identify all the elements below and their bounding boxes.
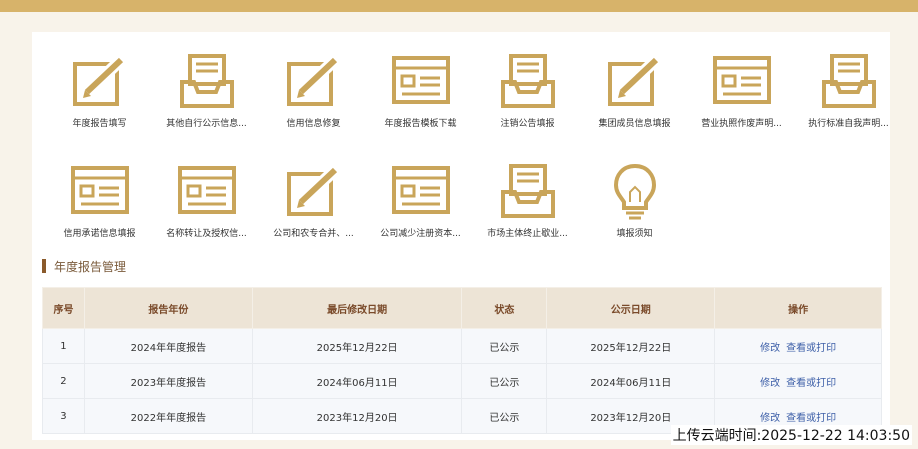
cell-no: 3 xyxy=(42,398,85,434)
table-row: 1 2024年年度报告 2025年12月22日 已公示 2025年12月22日 … xyxy=(42,328,882,364)
section-title-text: 年度报告管理 xyxy=(54,259,127,274)
col-header-modified: 最后修改日期 xyxy=(251,287,463,329)
tile-label: 年度报告模板下载 xyxy=(384,119,457,129)
cell-no: 2 xyxy=(42,363,85,399)
section-title-marker xyxy=(42,259,46,273)
tile-filing-notes[interactable]: 填报须知 xyxy=(581,162,688,257)
tile-other-disclosure[interactable]: 其他自行公示信息... xyxy=(153,52,260,147)
cell-modified: 2024年06月11日 xyxy=(251,363,463,399)
col-header-status: 状态 xyxy=(461,287,548,329)
tile-label: 年度报告填写 xyxy=(72,119,127,129)
tile-label: 名称转让及授权信... xyxy=(166,229,247,239)
col-header-no: 序号 xyxy=(42,287,85,329)
top-header-bar xyxy=(0,0,918,12)
cell-actions: 修改 查看或打印 xyxy=(714,363,882,399)
col-header-actions: 操作 xyxy=(714,287,882,329)
tile-business-suspension[interactable]: 市场主体终止歇业... xyxy=(474,162,581,257)
lightbulb-icon xyxy=(613,163,656,220)
tile-standard-declaration[interactable]: 执行标准自我声明... xyxy=(795,52,902,147)
tile-label: 其他自行公示信息... xyxy=(166,119,247,129)
pencil-box-icon xyxy=(286,53,341,106)
cell-modified: 2023年12月20日 xyxy=(251,398,463,434)
upload-time-stamp: 上传云端时间:2025-12-22 14:03:50 xyxy=(670,425,912,445)
tile-label: 信用承诺信息填报 xyxy=(63,229,136,239)
section-title: 年度报告管理 xyxy=(42,258,126,274)
col-header-published: 公示日期 xyxy=(546,287,716,329)
tile-company-coop-merge[interactable]: 公司和农专合并、... xyxy=(260,162,367,257)
pencil-box-icon xyxy=(72,53,127,106)
edit-link[interactable]: 修改 xyxy=(760,343,780,354)
annual-report-table: 序号 报告年份 最后修改日期 状态 公示日期 操作 1 2024年年度报告 20… xyxy=(42,287,882,434)
view-print-link[interactable]: 查看或打印 xyxy=(786,413,836,424)
tray-icon xyxy=(821,54,876,108)
tile-label: 营业执照作废声明... xyxy=(701,119,782,129)
cell-actions: 修改 查看或打印 xyxy=(714,328,882,364)
cell-year: 2023年年度报告 xyxy=(83,363,253,399)
col-header-year: 报告年份 xyxy=(83,287,253,329)
pencil-box-icon xyxy=(607,53,662,106)
tile-capital-reduction[interactable]: 公司减少注册资本... xyxy=(367,162,474,257)
form-icon xyxy=(70,166,129,214)
cell-year: 2024年年度报告 xyxy=(83,328,253,364)
form-icon xyxy=(391,56,450,104)
view-print-link[interactable]: 查看或打印 xyxy=(786,343,836,354)
cell-no: 1 xyxy=(42,328,85,364)
tray-icon xyxy=(500,164,555,218)
tile-label: 市场主体终止歇业... xyxy=(487,229,568,239)
tile-template-download[interactable]: 年度报告模板下载 xyxy=(367,52,474,147)
view-print-link[interactable]: 查看或打印 xyxy=(786,378,836,389)
tile-credit-commitment[interactable]: 信用承诺信息填报 xyxy=(46,162,153,257)
tile-label: 公司和农专合并、... xyxy=(273,229,354,239)
edit-link[interactable]: 修改 xyxy=(760,413,780,424)
form-icon xyxy=(177,166,236,214)
table-row: 2 2023年年度报告 2024年06月11日 已公示 2024年06月11日 … xyxy=(42,363,882,399)
tile-annual-report-fill[interactable]: 年度报告填写 xyxy=(46,52,153,147)
form-icon xyxy=(391,166,450,214)
tile-group-member[interactable]: 集团成员信息填报 xyxy=(581,52,688,147)
tray-icon xyxy=(179,54,234,108)
table-header-row: 序号 报告年份 最后修改日期 状态 公示日期 操作 xyxy=(42,287,882,329)
tile-label: 注销公告填报 xyxy=(500,119,555,129)
tile-label: 执行标准自我声明... xyxy=(808,119,889,129)
tile-label: 公司减少注册资本... xyxy=(380,229,461,239)
cell-published: 2024年06月11日 xyxy=(546,363,716,399)
tile-deregistration-notice[interactable]: 注销公告填报 xyxy=(474,52,581,147)
tile-label: 集团成员信息填报 xyxy=(598,119,671,129)
cell-status: 已公示 xyxy=(461,363,548,399)
cell-year: 2022年年度报告 xyxy=(83,398,253,434)
tile-license-void[interactable]: 营业执照作废声明... xyxy=(688,52,795,147)
pencil-box-icon xyxy=(286,163,341,216)
tile-credit-repair[interactable]: 信用信息修复 xyxy=(260,52,367,147)
service-icon-grid: 年度报告填写 其他自行公示信息... 信用信息修复 年度报告模板下载 注销公告填… xyxy=(46,52,896,262)
cell-status: 已公示 xyxy=(461,328,548,364)
tray-icon xyxy=(500,54,555,108)
cell-status: 已公示 xyxy=(461,398,548,434)
tile-label: 填报须知 xyxy=(616,229,653,239)
cell-modified: 2025年12月22日 xyxy=(251,328,463,364)
cell-published: 2025年12月22日 xyxy=(546,328,716,364)
tile-label: 信用信息修复 xyxy=(286,119,341,129)
form-icon xyxy=(712,56,771,104)
tile-name-transfer[interactable]: 名称转让及授权信... xyxy=(153,162,260,257)
edit-link[interactable]: 修改 xyxy=(760,378,780,389)
